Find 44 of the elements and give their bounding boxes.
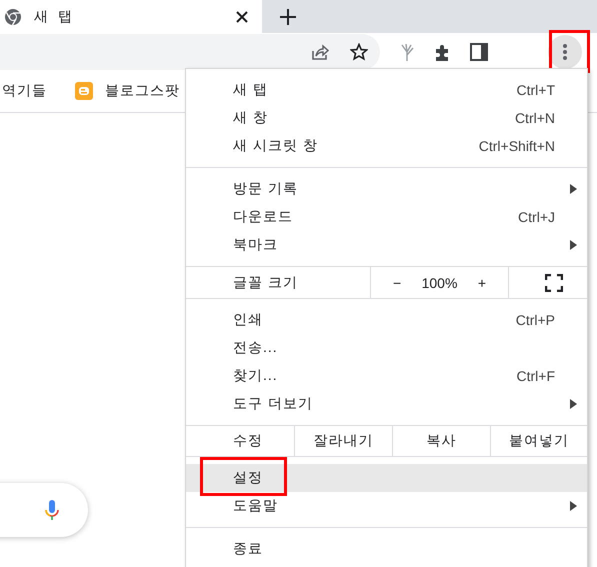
menu-item[interactable]: 도구 더보기	[186, 390, 587, 418]
browser-tab[interactable]: 새 탭	[0, 0, 262, 33]
side-panel-icon[interactable]	[470, 42, 488, 60]
menu-item[interactable]: 찾기... Ctrl+F	[186, 362, 587, 390]
branch-icon[interactable]	[400, 42, 414, 60]
menu-item[interactable]: 전송...	[186, 334, 587, 362]
shortcut-label: Ctrl+J	[518, 209, 555, 225]
browser-logo-icon	[4, 8, 22, 26]
share-icon[interactable]	[311, 42, 329, 60]
menu-item[interactable]: 인쇄 Ctrl+P	[186, 306, 587, 334]
more-icon	[563, 44, 567, 60]
menu-item[interactable]: 새 탭 Ctrl+T	[186, 76, 587, 104]
star-icon[interactable]	[350, 42, 368, 60]
menu-item[interactable]: 설정	[186, 464, 587, 492]
zoom-in-button[interactable]: +	[478, 274, 486, 290]
shortcut-label: Ctrl+Shift+N	[478, 138, 555, 154]
fullscreen-icon[interactable]	[545, 274, 563, 292]
blogger-icon	[75, 82, 93, 100]
microphone-icon[interactable]	[44, 500, 60, 520]
puzzle-icon[interactable]	[434, 42, 450, 60]
bookmark-item[interactable]: 역기들	[2, 82, 47, 100]
shortcut-label: Ctrl+F	[516, 368, 555, 384]
menu-item[interactable]: 도움말	[186, 492, 587, 520]
menu-item[interactable]: 새 시크릿 창 Ctrl+Shift+N	[186, 132, 587, 160]
zoom-level: 100%	[422, 274, 458, 290]
shortcut-label: Ctrl+N	[514, 110, 555, 126]
menu-item[interactable]: 종료	[186, 535, 587, 563]
menu-button[interactable]	[548, 34, 582, 68]
menu-label: 수정	[232, 432, 264, 450]
menu-item[interactable]: 방문 기록	[186, 175, 587, 203]
menu-item[interactable]: 북마크	[186, 231, 587, 259]
menu-label: 글꼴 크기	[232, 274, 299, 292]
new-tab-icon[interactable]	[280, 8, 296, 24]
edit-button[interactable]: 잘라내기	[294, 426, 392, 456]
menu-item[interactable]: 새 창 Ctrl+N	[186, 104, 587, 132]
menu-item[interactable]: 다운로드 Ctrl+J	[186, 203, 587, 231]
zoom-out-button[interactable]: −	[393, 274, 402, 290]
shortcut-label: Ctrl+T	[516, 82, 555, 98]
shortcut-label: Ctrl+P	[516, 312, 555, 328]
edit-button[interactable]: 복사	[392, 426, 490, 456]
bookmark-item[interactable]: 블로그스팟	[75, 82, 180, 100]
edit-button[interactable]: 붙여넣기	[490, 426, 587, 456]
tab-title: 새 탭	[34, 8, 76, 26]
close-icon[interactable]	[236, 10, 248, 22]
